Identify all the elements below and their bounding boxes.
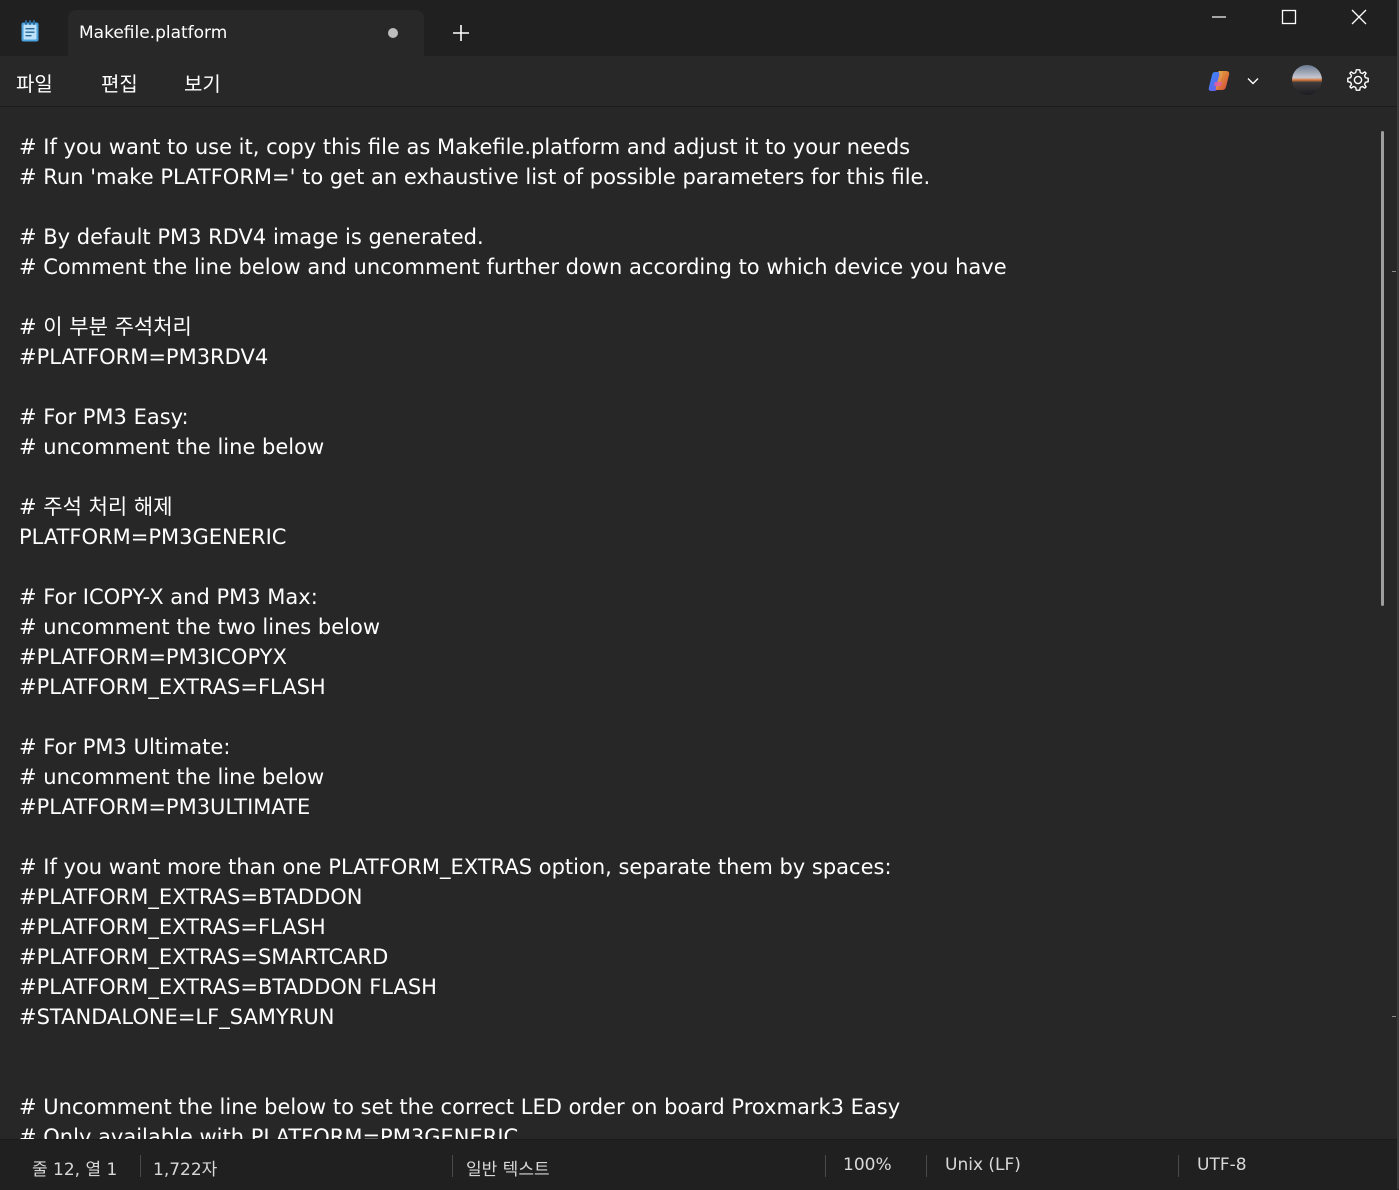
notepad-window: Makefile.platform 파일 편집 보기 # If you want… (0, 0, 1399, 1190)
editor-lines: # If you want to use it, copy this file … (19, 132, 1007, 1139)
editor-line: # Only available with PLATFORM=PM3GENERI… (19, 1125, 519, 1139)
status-divider (452, 1155, 453, 1177)
maximize-icon (1281, 9, 1297, 25)
scroll-marker (1392, 1016, 1396, 1017)
editor-line: #PLATFORM_EXTRAS=BTADDON FLASH (19, 975, 437, 999)
editor-line: # If you want more than one PLATFORM_EXT… (19, 855, 892, 879)
editor-line (19, 1062, 1007, 1092)
editor-line (19, 462, 1007, 492)
editor-line: PLATFORM=PM3GENERIC (19, 525, 287, 549)
cursor-position[interactable]: 줄 12, 열 1 (32, 1155, 117, 1180)
editor-line: # For PM3 Easy: (19, 405, 189, 429)
unsaved-dot-icon[interactable] (388, 28, 398, 38)
notepad-app-icon (21, 20, 39, 42)
close-button[interactable] (1324, 0, 1394, 34)
editor-line: # For PM3 Ultimate: (19, 735, 231, 759)
gear-icon[interactable] (1346, 68, 1370, 92)
editor-line: # For ICOPY-X and PM3 Max: (19, 585, 318, 609)
menu-file[interactable]: 파일 (16, 68, 53, 97)
editor-line (19, 822, 1007, 852)
menu-bar: 파일 편집 보기 (0, 56, 1397, 107)
status-bar: 줄 12, 열 1 1,722자 일반 텍스트 100% Unix (LF) U… (0, 1139, 1397, 1190)
tab-title: Makefile.platform (79, 23, 228, 43)
new-tab-button[interactable] (448, 20, 474, 46)
editor-line: # Comment the line below and uncomment f… (19, 255, 1007, 279)
editor-line (19, 1032, 1007, 1062)
title-bar: Makefile.platform (0, 0, 1397, 56)
text-editor[interactable]: # If you want to use it, copy this file … (0, 107, 1376, 1139)
maximize-button[interactable] (1254, 0, 1324, 34)
editor-line: #PLATFORM_EXTRAS=FLASH (19, 915, 326, 939)
minimize-button[interactable] (1184, 0, 1254, 34)
editor-line: # uncomment the line below (19, 765, 325, 789)
file-type[interactable]: 일반 텍스트 (466, 1155, 550, 1180)
editor-line: # Run 'make PLATFORM=' to get an exhaust… (19, 165, 931, 189)
editor-line: #PLATFORM=PM3RDV4 (19, 345, 269, 369)
line-ending[interactable]: Unix (LF) (945, 1155, 1021, 1175)
status-divider (140, 1155, 141, 1177)
editor-line: #PLATFORM=PM3ICOPYX (19, 645, 287, 669)
editor-line: # 이 부분 주석처리 (19, 315, 192, 339)
editor-line (19, 192, 1007, 222)
encoding[interactable]: UTF-8 (1197, 1155, 1247, 1175)
editor-line: #PLATFORM_EXTRAS=FLASH (19, 675, 326, 699)
editor-line: #PLATFORM_EXTRAS=SMARTCARD (19, 945, 389, 969)
tab-makefile-platform[interactable]: Makefile.platform (68, 10, 424, 56)
editor-line (19, 552, 1007, 582)
status-divider (1178, 1155, 1179, 1177)
editor-line: # Uncomment the line below to set the co… (19, 1095, 901, 1119)
chevron-down-icon[interactable] (1245, 73, 1261, 89)
status-divider (825, 1155, 826, 1177)
profile-avatar[interactable] (1292, 65, 1322, 95)
editor-line: # By default PM3 RDV4 image is generated… (19, 225, 484, 249)
character-count: 1,722자 (153, 1160, 218, 1180)
editor-line: #PLATFORM_EXTRAS=BTADDON (19, 885, 363, 909)
copilot-icon[interactable] (1206, 68, 1232, 94)
scroll-marker (1392, 271, 1396, 272)
status-divider (926, 1155, 927, 1177)
menu-edit[interactable]: 편집 (101, 68, 138, 97)
editor-line: # 주석 처리 해제 (19, 495, 173, 519)
scrollbar-thumb[interactable] (1381, 131, 1384, 606)
editor-line: # uncomment the line below (19, 435, 325, 459)
editor-line: #STANDALONE=LF_SAMYRUN (19, 1005, 335, 1029)
zoom-level[interactable]: 100% (843, 1155, 892, 1175)
editor-line: #PLATFORM=PM3ULTIMATE (19, 795, 311, 819)
vertical-scrollbar[interactable] (1378, 107, 1397, 1139)
editor-line (19, 372, 1007, 402)
editor-line (19, 702, 1007, 732)
editor-line: # uncomment the two lines below (19, 615, 381, 639)
minimize-icon (1212, 16, 1226, 18)
close-icon (1351, 9, 1367, 25)
editor-line: # If you want to use it, copy this file … (19, 135, 911, 159)
menu-view[interactable]: 보기 (184, 68, 221, 97)
editor-line (19, 282, 1007, 312)
